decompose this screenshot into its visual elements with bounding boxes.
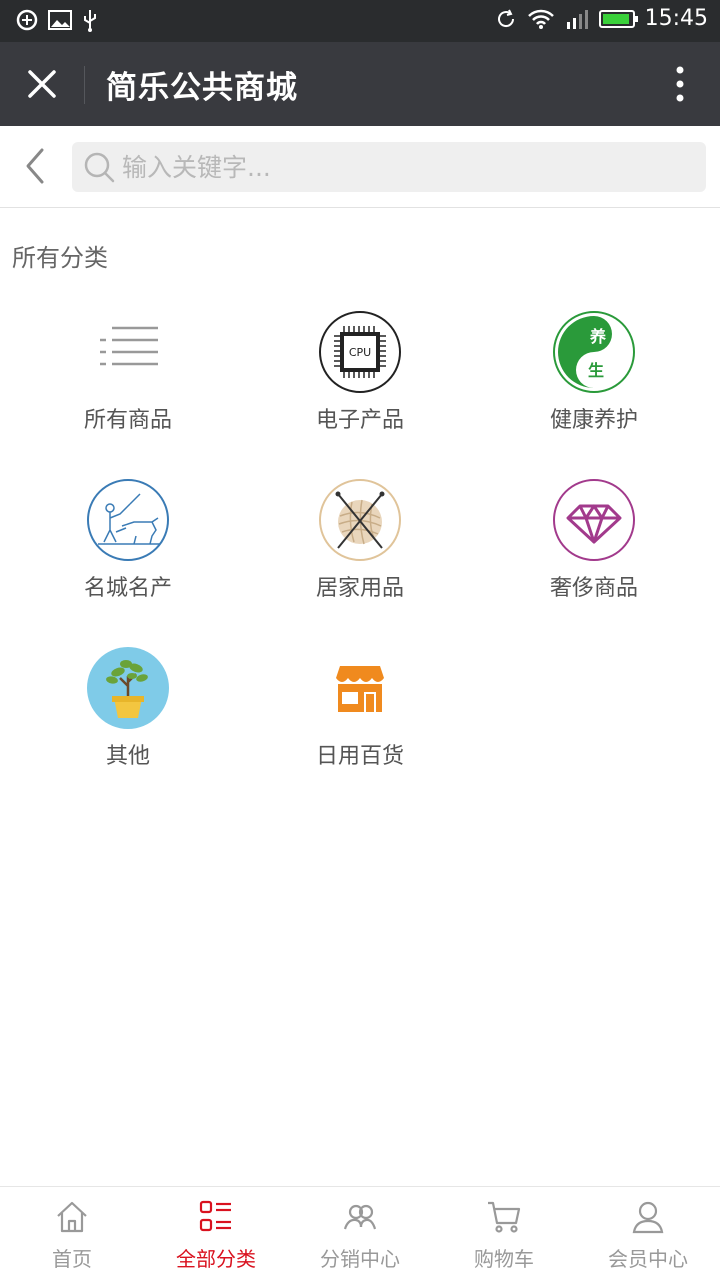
yarn-ball-icon [319,479,401,561]
title-divider [84,66,85,104]
sync-icon [497,9,514,27]
cart-icon [488,1201,521,1233]
category-label: 居家用品 [315,576,404,601]
nav-home[interactable]: 首页 [0,1187,144,1280]
nav-label: 会员中心 [608,1247,688,1271]
category-daily-goods[interactable]: 日用百货 [260,636,460,776]
page-title: 简乐公共商城 [106,70,298,106]
yin-yang-health-icon: 养 生 [553,311,635,393]
diamond-icon [553,479,635,561]
category-label: 名城名产 [83,576,172,601]
category-health[interactable]: 养 生 健康养护 [494,300,694,440]
category-label: 日用百货 [315,744,404,769]
cpu-chip-icon: CPU [319,311,401,393]
storefront-icon [336,666,384,712]
close-icon[interactable] [22,64,62,104]
category-label: 其他 [105,744,150,769]
category-famous-products[interactable]: 名城名产 [28,468,228,608]
nav-label: 全部分类 [176,1247,256,1271]
home-icon [57,1201,87,1233]
category-home-goods[interactable]: 居家用品 [260,468,460,608]
nav-label: 购物车 [474,1247,534,1271]
signal-icon [566,9,588,29]
status-bar: 15:45 [0,0,720,42]
farmer-ox-sketch-icon [87,479,169,561]
category-label: 奢侈商品 [549,576,638,601]
cpu-text: CPU [349,346,371,359]
more-options-icon[interactable] [670,64,690,104]
category-list-icon [199,1200,231,1232]
category-label: 所有商品 [83,408,172,433]
status-left-icons [16,8,98,32]
category-luxury[interactable]: 奢侈商品 [494,468,694,608]
search-box[interactable] [72,142,706,192]
category-electronics[interactable]: CPU 电子产品 [260,300,460,440]
image-icon [48,10,72,30]
section-title: 所有分类 [12,244,108,272]
usb-icon [84,10,96,32]
category-all-products[interactable]: 所有商品 [28,300,228,440]
wifi-icon [527,9,554,29]
category-other[interactable]: 其他 [28,636,228,776]
person-icon [632,1201,664,1234]
users-icon [343,1204,377,1230]
status-right-icons: 15:45 [495,6,708,31]
health-text-2: 生 [588,361,604,380]
back-icon[interactable] [20,146,50,186]
sync-app-icon [16,9,38,31]
nav-label: 分销中心 [320,1247,400,1271]
potted-plant-icon [87,647,169,729]
list-icon [100,326,158,366]
health-text-1: 养 [589,327,607,346]
nav-distribution-center[interactable]: 分销中心 [288,1187,432,1280]
title-bar: 简乐公共商城 [0,42,720,126]
status-time: 15:45 [644,6,708,31]
nav-cart[interactable]: 购物车 [432,1187,576,1280]
nav-all-categories[interactable]: 全部分类 [144,1187,288,1280]
category-label: 电子产品 [315,408,404,433]
search-icon [84,152,115,183]
search-input[interactable] [122,142,692,192]
category-label: 健康养护 [549,408,638,433]
app-screen: 15:45 简乐公共商城 所有分类 所有商品 [0,0,720,1280]
battery-icon [598,9,638,28]
nav-member-center[interactable]: 会员中心 [576,1187,720,1280]
bottom-nav: 首页 全部分类 分销中心 购物车 会员中心 [0,1186,720,1280]
nav-label: 首页 [52,1247,92,1271]
search-bar [0,126,720,208]
